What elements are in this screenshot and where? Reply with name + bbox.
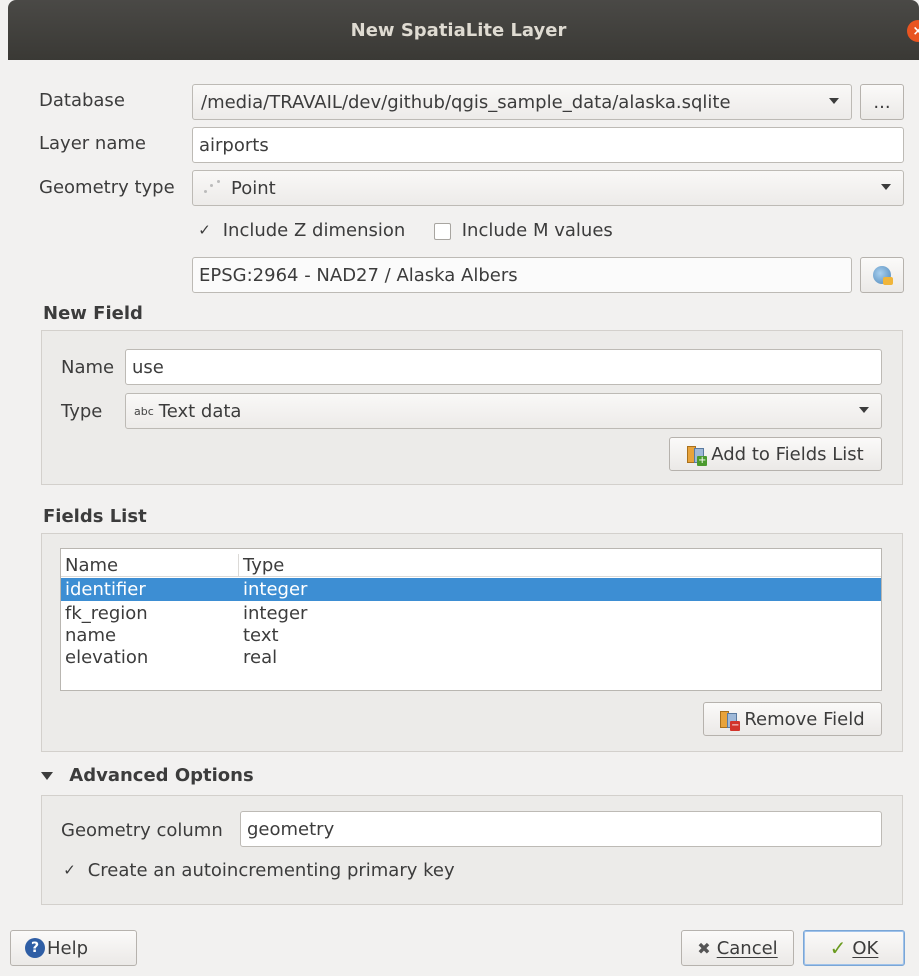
column-header-name[interactable]: Name [65, 555, 118, 576]
geometry-type-value: Point [231, 177, 276, 199]
point-geometry-icon [201, 178, 225, 198]
checkmark-icon: ✓ [829, 936, 847, 960]
geometry-column-input[interactable]: geometry [240, 811, 882, 847]
chevron-down-icon [829, 98, 839, 104]
layer-name-input[interactable]: airports [192, 127, 904, 163]
new-field-title: New Field [43, 303, 143, 324]
table-row[interactable]: identifier integer [61, 578, 881, 601]
autoincrement-checkbox[interactable]: ✓ Create an autoincrementing primary key [61, 860, 454, 881]
chevron-down-icon [881, 184, 891, 190]
title-bar: New SpatiaLite Layer × [8, 0, 919, 60]
remove-field-icon: − [720, 709, 741, 731]
new-field-type-combo[interactable]: abc Text data [125, 393, 882, 429]
triangle-down-icon [41, 772, 53, 780]
chevron-down-icon [859, 407, 869, 413]
help-button[interactable]: ? Help [10, 930, 137, 966]
fields-list-title: Fields List [43, 506, 147, 527]
new-field-type-label: Type [61, 401, 103, 422]
include-m-checkbox[interactable]: Include M values [434, 220, 613, 241]
text-type-icon: abc [134, 404, 154, 418]
cancel-icon: ✖ [697, 938, 711, 958]
new-field-name-input[interactable]: use [125, 349, 882, 385]
add-field-icon: + [687, 444, 708, 466]
database-browse-button[interactable]: ... [860, 84, 904, 120]
geometry-column-label: Geometry column [61, 820, 223, 841]
window-title: New SpatiaLite Layer [350, 19, 567, 41]
column-header-type[interactable]: Type [243, 555, 284, 576]
geometry-type-combo[interactable]: Point [192, 170, 904, 206]
add-to-fields-list-button[interactable]: + Add to Fields List [669, 437, 882, 471]
table-row[interactable]: fk_region integer [61, 602, 881, 625]
database-combo[interactable]: /media/TRAVAIL/dev/github/qgis_sample_da… [192, 84, 852, 120]
globe-icon [873, 266, 893, 285]
checkmark-icon: ✓ [63, 860, 76, 879]
help-icon: ? [25, 938, 45, 958]
database-value: /media/TRAVAIL/dev/github/qgis_sample_da… [201, 91, 731, 113]
checkbox-empty-icon [434, 222, 451, 240]
layer-name-label: Layer name [39, 133, 146, 154]
crs-select-button[interactable] [860, 257, 904, 293]
crs-field[interactable]: EPSG:2964 - NAD27 / Alaska Albers [192, 257, 852, 293]
database-label: Database [39, 90, 125, 111]
new-field-name-label: Name [61, 357, 115, 378]
close-icon[interactable]: × [907, 20, 919, 42]
fields-table[interactable]: Name Type identifier integer fk_region i… [60, 548, 882, 691]
advanced-options-toggle[interactable]: Advanced Options [41, 765, 254, 786]
checkmark-icon: ✓ [198, 220, 211, 239]
remove-field-button[interactable]: − Remove Field [703, 702, 882, 736]
table-row[interactable]: elevation real [61, 646, 881, 669]
geometry-type-label: Geometry type [39, 177, 175, 198]
table-header: Name Type [61, 554, 881, 577]
cancel-button[interactable]: ✖ Cancel [681, 930, 794, 966]
table-row[interactable]: name text [61, 624, 881, 647]
include-z-checkbox[interactable]: ✓ Include Z dimension [196, 220, 405, 241]
ok-button[interactable]: ✓ OK [803, 930, 905, 966]
